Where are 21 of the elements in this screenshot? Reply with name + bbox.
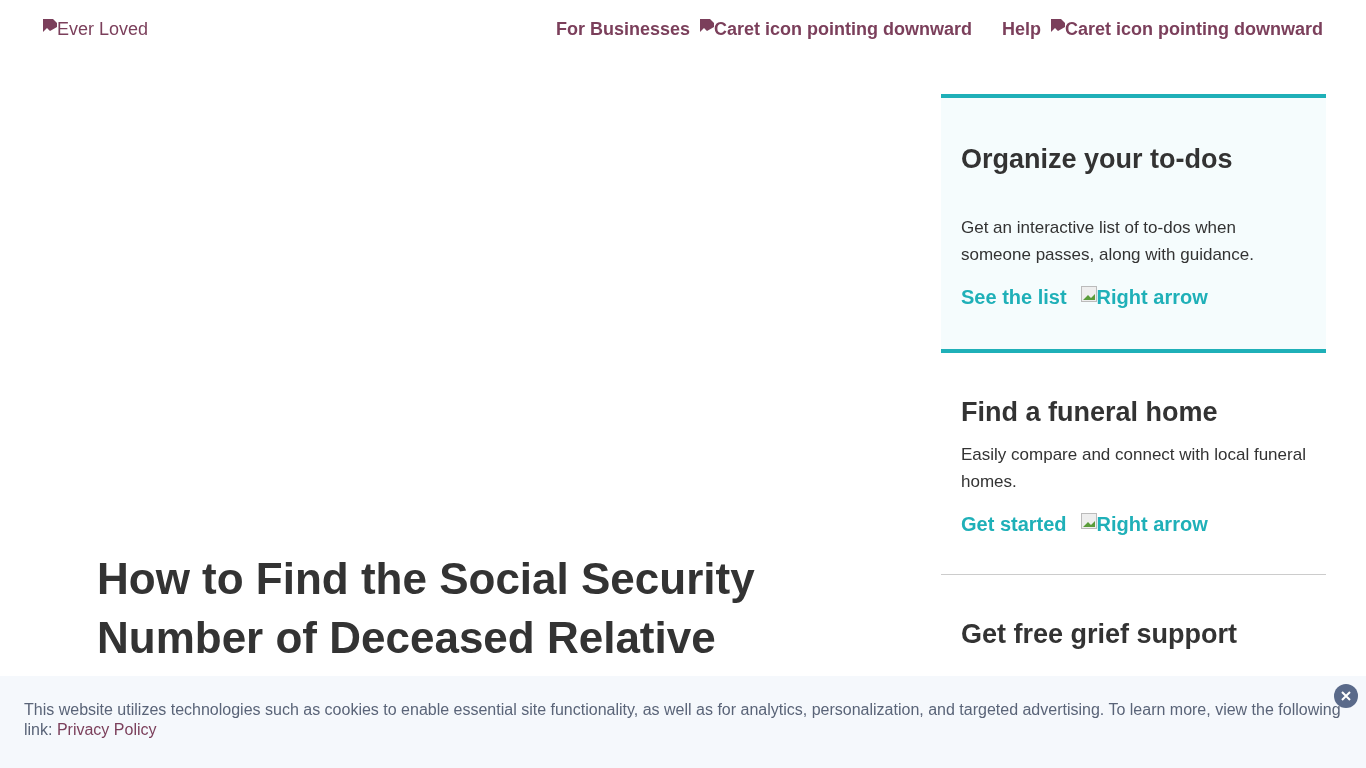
logo[interactable]: Ever Loved: [43, 18, 149, 40]
caret-image-alt: Caret icon pointing downward: [1051, 18, 1323, 40]
caret-image-alt: Caret icon pointing downward: [700, 18, 972, 40]
card-title: Organize your to-dos: [961, 143, 1234, 176]
broken-image-icon: [1051, 18, 1065, 34]
arrow-image-alt: Right arrow: [1080, 513, 1208, 536]
broken-image-icon: [700, 18, 714, 34]
arrow-image-alt: Right arrow: [1080, 286, 1208, 309]
broken-image-icon: [1080, 513, 1097, 529]
article-title: How to Find the Social Security Number of Deceased Relative: [97, 553, 756, 664]
nav-link[interactable]: Help Caret icon pointing downward: [1002, 18, 1323, 40]
card-text: Easily compare and connect with local funeral homes.: [961, 444, 1306, 493]
card-title: Get free grief support: [961, 618, 1239, 651]
privacy-policy-link[interactable]: Privacy Policy: [56, 721, 157, 738]
cookie-text: This website utilizes technologies such as cookies to enable essential site functionality, as well as for analytics, personalization, and targeted advertising. To learn more, view the following link: Privacy Policy: [24, 700, 1342, 740]
nav-link[interactable]: For Businesses Caret icon pointing downward: [555, 18, 972, 40]
close-icon: [1340, 690, 1352, 702]
broken-image-icon: [43, 18, 57, 34]
card-text: Get an interactive list of to-dos when someone passes, along with guidance.: [961, 217, 1255, 266]
broken-image-icon: [1080, 286, 1097, 302]
card-title: Find a funeral home: [961, 396, 1219, 429]
